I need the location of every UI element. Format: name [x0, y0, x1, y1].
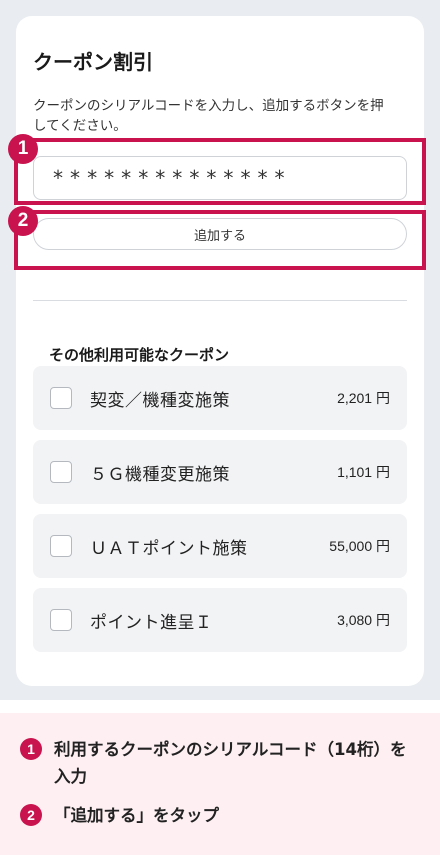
coupon-name: ５Ｇ機種変更施策 — [90, 465, 230, 485]
section-divider — [33, 300, 407, 301]
step-number-badge: 2 — [20, 804, 42, 826]
coupon-name: ポイント進呈Ｉ — [90, 613, 213, 633]
coupon-price: 3,080 円 — [337, 612, 390, 628]
coupon-item[interactable]: ポイント進呈Ｉ 3,080 円 — [33, 588, 407, 652]
coupon-checkbox[interactable] — [50, 387, 72, 409]
coupon-item[interactable]: 契変／機種変施策 2,201 円 — [33, 366, 407, 430]
callout-badge-2: 2 — [8, 206, 38, 236]
coupon-name: ＵＡＴポイント施策 — [90, 539, 248, 559]
coupon-description: クーポンのシリアルコードを入力し、追加するボタンを押してください。 — [33, 98, 384, 134]
coupon-item[interactable]: ５Ｇ機種変更施策 1,101 円 — [33, 440, 407, 504]
serial-input-highlight — [14, 138, 426, 205]
coupon-name: 契変／機種変施策 — [90, 391, 230, 411]
coupon-checkbox[interactable] — [50, 609, 72, 631]
other-coupons-title: その他利用可能なクーポン — [49, 346, 230, 364]
add-button-highlight — [14, 210, 426, 270]
callout-badge-1: 1 — [8, 134, 38, 164]
coupon-checkbox[interactable] — [50, 535, 72, 557]
coupon-checkbox[interactable] — [50, 461, 72, 483]
step-number-badge: 1 — [20, 738, 42, 760]
phone-screen: クーポン割引 クーポンのシリアルコードを入力し、追加するボタンを押してください。… — [0, 0, 440, 700]
coupon-price: 55,000 円 — [329, 538, 390, 554]
step-text: 「追加する」をタップ — [54, 806, 219, 825]
step-text: 利用するクーポンのシリアルコード（14桁）を入力 — [54, 740, 407, 786]
coupon-price: 2,201 円 — [337, 390, 390, 406]
coupon-title: クーポン割引 — [33, 50, 153, 74]
coupon-price: 1,101 円 — [337, 464, 390, 480]
coupon-card: クーポン割引 クーポンのシリアルコードを入力し、追加するボタンを押してください。… — [16, 16, 424, 686]
coupon-item[interactable]: ＵＡＴポイント施策 55,000 円 — [33, 514, 407, 578]
